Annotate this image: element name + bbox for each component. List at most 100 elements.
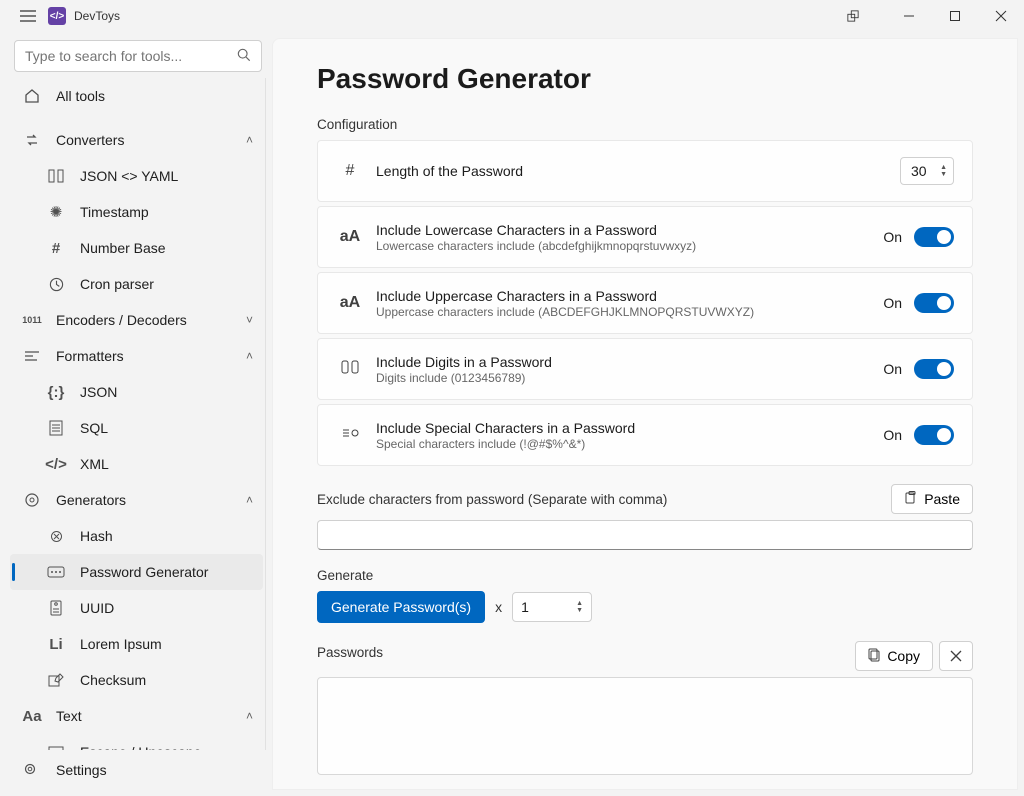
paste-button[interactable]: Paste [891,484,973,514]
sidebar-item-label: JSON <> YAML [80,168,178,184]
checksum-icon [46,673,66,687]
json-icon: {:} [46,384,66,401]
generate-label: Generate [317,568,973,583]
sidebar-item-lorem-ipsum[interactable]: Li Lorem Ipsum [10,626,263,662]
sidebar-item-settings[interactable]: Settings [10,750,266,790]
sidebar-item-label: Timestamp [80,204,149,220]
length-input[interactable]: 30 ▲▼ [900,157,954,185]
uppercase-desc: Uppercase characters include (ABCDEFGHJK… [376,305,883,319]
chevron-up-icon: ˄ [246,133,253,147]
converters-icon [22,132,42,148]
sidebar-item-hash[interactable]: Hash [10,518,263,554]
spinner-icon[interactable]: ▲▼ [576,600,583,614]
sidebar-item-all-tools[interactable]: All tools [10,78,263,114]
sidebar-item-label: Formatters [56,348,124,364]
generate-button[interactable]: Generate Password(s) [317,591,485,623]
special-state: On [883,427,902,443]
sql-icon [46,420,66,436]
sidebar-item-cron-parser[interactable]: Cron parser [10,266,263,302]
uppercase-icon: aA [336,294,364,312]
sidebar-item-label: Generators [56,492,126,508]
escape-icon [46,746,66,750]
main-content: Password Generator Configuration # Lengt… [272,38,1018,790]
sidebar-item-timestamp[interactable]: ✺ Timestamp [10,194,263,230]
sidebar-item-password-generator[interactable]: Password Generator [10,554,263,590]
maximize-button[interactable] [932,0,978,32]
close-button[interactable] [978,0,1024,32]
generators-icon [22,492,42,508]
sidebar-item-uuid[interactable]: UUID [10,590,263,626]
titlebar: </> DevToys [0,0,1024,32]
sidebar-item-number-base[interactable]: # Number Base [10,230,263,266]
sidebar-item-sql[interactable]: SQL [10,410,263,446]
special-toggle[interactable] [914,425,954,445]
digits-toggle[interactable] [914,359,954,379]
digits-desc: Digits include (0123456789) [376,371,883,385]
times-label: x [495,599,502,615]
sidebar-item-label: Number Base [80,240,166,256]
uppercase-toggle[interactable] [914,293,954,313]
search-icon [237,48,251,65]
lowercase-toggle[interactable] [914,227,954,247]
count-input[interactable]: 1 ▲▼ [512,592,592,622]
home-icon [22,88,42,104]
lowercase-card: aA Include Lowercase Characters in a Pas… [317,206,973,268]
sidebar-item-label: XML [80,456,109,472]
sidebar-group-text[interactable]: Aa Text ˄ [10,698,263,734]
sidebar-group-generators[interactable]: Generators ˄ [10,482,263,518]
sidebar-item-label: Escape / Unescape [80,744,201,750]
lowercase-title: Include Lowercase Characters in a Passwo… [376,222,883,238]
sidebar-item-label: Checksum [80,672,146,688]
copy-icon [868,648,881,665]
passwords-label: Passwords [317,645,383,660]
search-input[interactable] [25,48,237,64]
text-icon: Aa [22,708,42,725]
clear-button[interactable] [939,641,973,671]
page-title: Password Generator [317,63,973,95]
spinner-icon[interactable]: ▲▼ [940,164,947,178]
digits-icon [336,360,364,379]
length-value: 30 [911,163,927,179]
clock-icon [46,277,66,292]
sidebar-item-escape[interactable]: Escape / Unescape [10,734,263,750]
hash-icon: # [336,162,364,180]
digits-card: Include Digits in a Password Digits incl… [317,338,973,400]
special-card: Include Special Characters in a Password… [317,404,973,466]
sidebar-item-checksum[interactable]: Checksum [10,662,263,698]
sidebar-item-json-yaml[interactable]: JSON <> YAML [10,158,263,194]
sidebar-item-label: Encoders / Decoders [56,312,187,328]
xml-icon: </> [46,456,66,473]
formatters-icon [22,350,42,362]
gear-icon [22,761,42,780]
search-box[interactable] [14,40,262,72]
lowercase-icon: aA [336,228,364,246]
passwords-output[interactable] [317,677,973,775]
chevron-down-icon: ˅ [246,313,253,327]
special-desc: Special characters include (!@#$%^&*) [376,437,883,451]
uuid-icon [46,600,66,616]
paste-label: Paste [924,491,960,507]
timestamp-icon: ✺ [46,203,66,221]
sidebar-group-converters[interactable]: Converters ˄ [10,122,263,158]
hamburger-menu-button[interactable] [8,0,48,32]
copy-button[interactable]: Copy [855,641,933,671]
uppercase-title: Include Uppercase Characters in a Passwo… [376,288,883,304]
sidebar-item-label: Text [56,708,82,724]
special-title: Include Special Characters in a Password [376,420,883,436]
exclude-label: Exclude characters from password (Separa… [317,492,667,507]
nav: All tools Converters ˄ JSON <> YAML ✺ Ti… [10,78,266,750]
config-label: Configuration [317,117,973,132]
app-title: DevToys [74,9,120,23]
minimize-button[interactable] [886,0,932,32]
compact-overlay-button[interactable] [830,0,876,32]
sidebar-group-formatters[interactable]: Formatters ˄ [10,338,263,374]
uppercase-state: On [883,295,902,311]
sidebar-item-json[interactable]: {:} JSON [10,374,263,410]
exclude-input[interactable] [317,520,973,550]
sidebar-item-label: Password Generator [80,564,208,580]
sidebar-item-xml[interactable]: </> XML [10,446,263,482]
sidebar-item-label: Hash [80,528,113,544]
count-value: 1 [521,599,529,615]
sidebar-group-encoders[interactable]: 1011 Encoders / Decoders ˅ [10,302,263,338]
length-title: Length of the Password [376,163,900,179]
